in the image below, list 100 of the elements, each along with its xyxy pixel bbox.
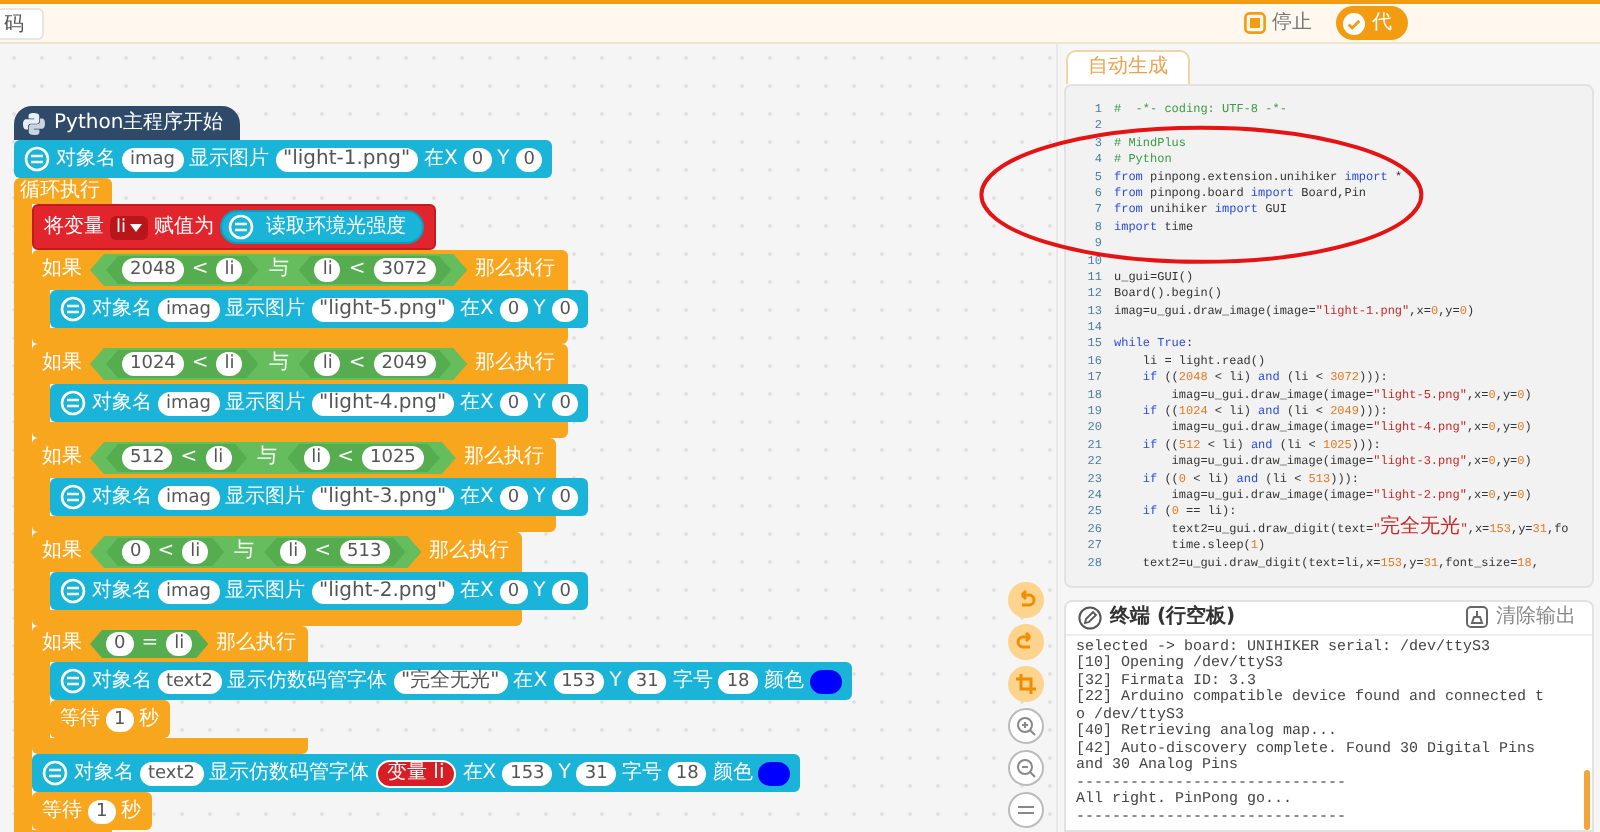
compare-block[interactable]: li < 3072 — [298, 256, 452, 284]
value-field[interactable]: li — [314, 352, 341, 376]
value-field[interactable]: text2 — [158, 669, 221, 693]
variable-dropdown[interactable]: li — [110, 215, 149, 239]
statement-block[interactable]: 对象名 imag 显示图片 "light-1.png" 在X 0 Y 0 — [14, 140, 553, 178]
assign-block[interactable]: 将变量 li 赋值为 读取环境光强度 — [32, 204, 437, 250]
value-field[interactable]: li — [182, 540, 209, 564]
if-block-header[interactable]: 如果 2048 < li 与 li < 3072 那么执行 — [32, 250, 568, 290]
condition-block[interactable]: 512 < li 与 li < 1025 — [90, 442, 456, 474]
compare-block[interactable]: 0 < li — [106, 538, 225, 566]
condition-block[interactable]: 1024 < li 与 li < 2049 — [90, 348, 468, 380]
value-field[interactable]: 0 — [463, 147, 492, 171]
value-field[interactable]: li — [216, 352, 243, 376]
wait-block[interactable]: 等待 1 秒 — [50, 700, 170, 738]
value-field[interactable]: imag — [158, 391, 219, 415]
text-field[interactable]: 码 — [0, 7, 44, 39]
value-field[interactable]: 0 — [499, 391, 528, 415]
value-field[interactable]: li — [166, 632, 193, 656]
value-field[interactable]: 31 — [627, 669, 667, 693]
value-field[interactable]: 512 — [122, 446, 173, 470]
value-field[interactable]: 1 — [106, 707, 134, 731]
value-field[interactable]: 0 — [122, 540, 150, 564]
if-block-header[interactable]: 如果 0 < li 与 li < 513 那么执行 — [32, 532, 522, 572]
color-swatch[interactable] — [809, 669, 842, 693]
value-field[interactable]: 1025 — [362, 446, 424, 470]
compare-block[interactable]: 512 < li — [106, 444, 248, 472]
value-field[interactable]: li — [303, 446, 330, 470]
value-field[interactable]: 0 — [551, 579, 579, 603]
value-field[interactable]: 0 — [551, 297, 579, 321]
check-icon — [1342, 11, 1366, 35]
condition-block[interactable]: 2048 < li 与 li < 3072 — [90, 254, 468, 286]
block-label: 与 — [268, 258, 289, 282]
value-field[interactable]: 1024 — [122, 352, 184, 376]
value-field[interactable]: 2049 — [373, 352, 436, 376]
crop-button[interactable] — [1008, 666, 1044, 702]
value-field[interactable]: 0 — [515, 147, 543, 171]
compare-block[interactable]: li < 513 — [264, 538, 406, 566]
compare-block[interactable]: 2048 < li — [106, 256, 259, 284]
if-block-header[interactable]: 如果 0 = li 那么执行 — [32, 626, 309, 662]
statement-block[interactable]: 对象名 imag 显示图片 "light-5.png" 在X 0 Y 0 — [50, 290, 589, 328]
event-block[interactable]: Python主程序开始 — [14, 106, 240, 140]
block-label: Y — [558, 761, 571, 785]
condition-block[interactable]: 0 < li 与 li < 513 — [90, 536, 422, 568]
string-field[interactable]: "light-3.png" — [311, 485, 455, 509]
if-block-header[interactable]: 如果 1024 < li 与 li < 2049 那么执行 — [32, 344, 568, 384]
value-field[interactable]: 0 — [499, 297, 528, 321]
value-field[interactable]: 1 — [88, 799, 116, 823]
value-field[interactable]: text2 — [140, 761, 203, 785]
string-field[interactable]: "light-1.png" — [275, 147, 419, 171]
block-label: 对象名 — [92, 391, 152, 415]
compare-block[interactable]: 0 = li — [90, 630, 209, 658]
value-field[interactable]: 0 — [499, 579, 528, 603]
string-field[interactable]: "light-2.png" — [311, 579, 455, 603]
value-field[interactable]: 513 — [339, 540, 390, 564]
statement-block[interactable]: 对象名 imag 显示图片 "light-2.png" 在X 0 Y 0 — [50, 572, 589, 610]
block-label: 对象名 — [92, 669, 152, 693]
variable-block[interactable]: 变量 li — [375, 759, 457, 787]
value-field[interactable]: 153 — [502, 761, 553, 785]
zoom-in-button[interactable] — [1008, 708, 1044, 744]
value-field[interactable]: li — [216, 258, 243, 282]
string-field[interactable]: "light-5.png" — [311, 297, 455, 321]
code-editor[interactable] — [1064, 84, 1594, 588]
undo-button[interactable] — [1008, 582, 1044, 618]
value-field[interactable]: imag — [158, 579, 219, 603]
clear-output-button[interactable]: 清除输出 — [1466, 602, 1576, 633]
block-label: < — [348, 352, 366, 376]
value-field[interactable]: 18 — [718, 669, 758, 693]
stop-button[interactable]: 停止 — [1236, 8, 1320, 38]
value-field[interactable]: li — [314, 258, 341, 282]
compare-block[interactable]: 1024 < li — [106, 350, 259, 378]
value-field[interactable]: imag — [122, 147, 183, 171]
value-field[interactable]: li — [280, 540, 307, 564]
reset-zoom-button[interactable] — [1008, 792, 1044, 828]
value-field[interactable]: imag — [158, 485, 219, 509]
value-field[interactable]: imag — [158, 297, 219, 321]
string-field[interactable]: "light-4.png" — [311, 391, 455, 415]
value-field[interactable]: li — [205, 446, 232, 470]
statement-block[interactable]: 对象名 text2 显示仿数码管字体 变量 li 在X 153 Y 31 字号 18 颜色 — [32, 754, 801, 792]
wait-block[interactable]: 等待 1 秒 — [32, 792, 152, 830]
brush-icon — [1466, 606, 1488, 629]
value-field[interactable]: 0 — [551, 485, 579, 509]
compare-block[interactable]: li < 1025 — [287, 444, 440, 472]
value-field[interactable]: 18 — [667, 761, 707, 785]
value-field[interactable]: 3072 — [373, 258, 436, 282]
if-block-header[interactable]: 如果 512 < li 与 li < 1025 那么执行 — [32, 438, 556, 478]
color-swatch[interactable] — [758, 761, 791, 785]
string-field[interactable]: "完全无光" — [393, 669, 508, 693]
value-field[interactable]: 153 — [553, 669, 604, 693]
value-field[interactable]: 0 — [106, 632, 134, 656]
statement-block[interactable]: 对象名 imag 显示图片 "light-3.png" 在X 0 Y 0 — [50, 478, 589, 516]
compare-block[interactable]: li < 2049 — [298, 350, 452, 378]
value-field[interactable]: 2048 — [122, 258, 184, 282]
zoom-out-button[interactable] — [1008, 750, 1044, 786]
value-field[interactable]: 0 — [499, 485, 528, 509]
statement-block[interactable]: 对象名 imag 显示图片 "light-4.png" 在X 0 Y 0 — [50, 384, 589, 422]
statement-block[interactable]: 对象名 text2 显示仿数码管字体 "完全无光" 在X 153 Y 31 字号 18 颜色 — [50, 662, 852, 700]
scrollbar[interactable] — [1584, 770, 1590, 830]
value-field[interactable]: 0 — [551, 391, 579, 415]
value-field[interactable]: 31 — [576, 761, 616, 785]
redo-button[interactable] — [1008, 624, 1044, 660]
